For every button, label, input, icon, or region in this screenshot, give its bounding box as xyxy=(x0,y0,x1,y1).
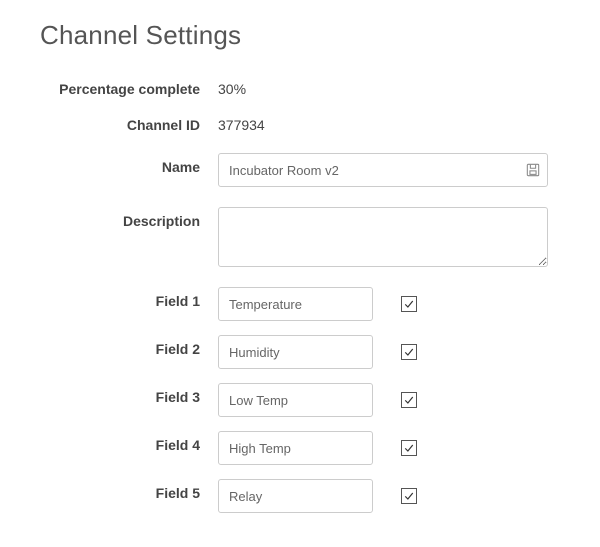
label-description: Description xyxy=(40,207,218,229)
label-name: Name xyxy=(40,153,218,175)
label-field: Field 1 xyxy=(40,287,218,309)
label-field: Field 5 xyxy=(40,479,218,501)
field-1-input[interactable] xyxy=(218,287,373,321)
row-field-3: Field 3 xyxy=(40,383,560,417)
field-3-input[interactable] xyxy=(218,383,373,417)
name-input[interactable] xyxy=(218,153,548,187)
field-3-checkbox[interactable] xyxy=(401,392,417,408)
field-1-checkbox[interactable] xyxy=(401,296,417,312)
field-4-checkbox[interactable] xyxy=(401,440,417,456)
field-5-input[interactable] xyxy=(218,479,373,513)
row-field-5: Field 5 xyxy=(40,479,560,513)
row-channel-id: Channel ID 377934 xyxy=(40,111,560,133)
row-field-2: Field 2 xyxy=(40,335,560,369)
row-field-1: Field 1 xyxy=(40,287,560,321)
label-percentage: Percentage complete xyxy=(40,75,218,97)
row-name: Name xyxy=(40,153,560,187)
label-field: Field 2 xyxy=(40,335,218,357)
label-field: Field 4 xyxy=(40,431,218,453)
value-percentage: 30% xyxy=(218,75,246,97)
label-channel-id: Channel ID xyxy=(40,111,218,133)
field-5-checkbox[interactable] xyxy=(401,488,417,504)
label-field: Field 3 xyxy=(40,383,218,405)
description-input[interactable] xyxy=(218,207,548,267)
row-field-4: Field 4 xyxy=(40,431,560,465)
value-channel-id: 377934 xyxy=(218,111,265,133)
field-4-input[interactable] xyxy=(218,431,373,465)
row-percentage: Percentage complete 30% xyxy=(40,75,560,97)
page-title: Channel Settings xyxy=(40,20,560,51)
row-description: Description xyxy=(40,207,560,267)
field-2-input[interactable] xyxy=(218,335,373,369)
field-2-checkbox[interactable] xyxy=(401,344,417,360)
